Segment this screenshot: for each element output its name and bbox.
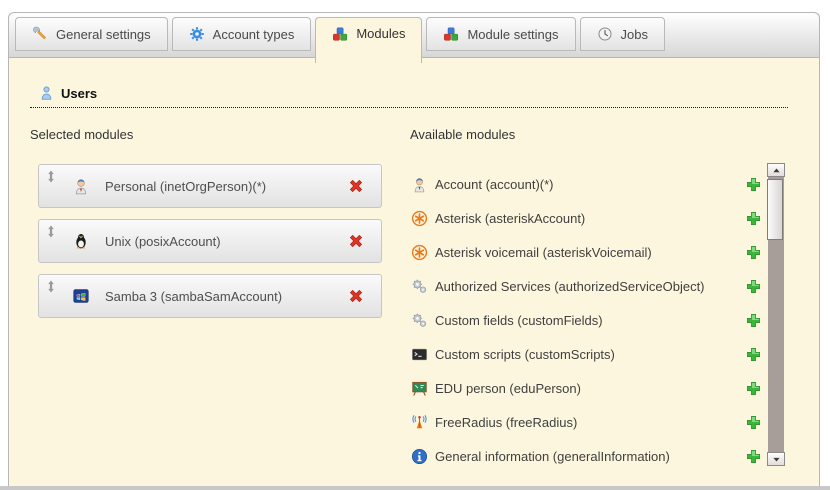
available-module-custom: Custom fields (customFields)	[411, 309, 762, 332]
module-label: Account (account)(*)	[435, 177, 745, 192]
module-label: Authorized Services (authorizedServiceOb…	[435, 279, 745, 294]
tux-icon	[72, 232, 90, 250]
asterisk-icon	[411, 244, 428, 261]
windows-icon	[72, 287, 90, 305]
drag-handle-icon[interactable]	[46, 170, 56, 183]
add-module-button[interactable]	[745, 278, 762, 295]
selected-module-samba[interactable]: Samba 3 (sambaSamAccount)	[38, 274, 382, 318]
tab-label: General settings	[56, 27, 151, 42]
add-module-button[interactable]	[745, 312, 762, 329]
person-icon	[411, 176, 428, 193]
add-module-button[interactable]	[745, 414, 762, 431]
module-label: Custom scripts (customScripts)	[435, 347, 745, 362]
add-icon	[745, 244, 762, 261]
module-label: Unix (posixAccount)	[105, 234, 221, 249]
add-icon	[745, 346, 762, 363]
user-icon	[39, 85, 54, 101]
available-module-edu: EDU person (eduPerson)	[411, 377, 762, 400]
delete-icon	[347, 287, 365, 305]
scrollbar-down-button[interactable]	[767, 452, 785, 466]
tab-modules[interactable]: Modules	[315, 17, 422, 63]
tab-module-settings[interactable]: Module settings	[426, 17, 575, 51]
available-modules-list: Account (account)(*) Asterisk (asteriskAc…	[411, 173, 762, 479]
tab-label: Jobs	[621, 27, 648, 42]
blackboard-icon	[411, 380, 428, 397]
gears-icon	[411, 312, 428, 329]
add-icon	[745, 210, 762, 227]
module-label: Asterisk voicemail (asteriskVoicemail)	[435, 245, 745, 260]
triangle-up-icon	[772, 166, 781, 175]
gear-icon	[189, 26, 205, 42]
tab-label: Modules	[356, 26, 405, 41]
tab-bar: General settings Account types Modules Modu…	[9, 13, 819, 58]
tab-jobs[interactable]: Jobs	[580, 17, 665, 51]
available-module-custom: Custom scripts (customScripts)	[411, 343, 762, 366]
remove-module-button[interactable]	[347, 287, 365, 305]
module-label: Custom fields (customFields)	[435, 313, 745, 328]
add-icon	[745, 380, 762, 397]
available-module-account: Account (account)(*)	[411, 173, 762, 196]
module-label: Personal (inetOrgPerson)(*)	[105, 179, 266, 194]
available-module-authorized: Authorized Services (authorizedServiceOb…	[411, 275, 762, 298]
add-icon	[745, 176, 762, 193]
selected-modules-label: Selected modules	[30, 127, 133, 142]
add-module-button[interactable]	[745, 380, 762, 397]
main-panel: General settings Account types Modules Modu…	[8, 12, 820, 486]
delete-icon	[347, 232, 365, 250]
section-users: Users	[30, 85, 788, 108]
remove-module-button[interactable]	[347, 177, 365, 195]
add-module-button[interactable]	[745, 176, 762, 193]
available-module-freeradius: FreeRadius (freeRadius)	[411, 411, 762, 434]
add-module-button[interactable]	[745, 210, 762, 227]
info-icon	[411, 448, 428, 465]
wrench-icon	[32, 26, 48, 42]
delete-icon	[347, 177, 365, 195]
terminal-icon	[411, 346, 428, 363]
tab-label: Account types	[213, 27, 295, 42]
add-icon	[745, 448, 762, 465]
modules-icon	[332, 26, 348, 42]
selected-module-unix[interactable]: Unix (posixAccount)	[38, 219, 382, 263]
scrollbar-thumb[interactable]	[767, 179, 783, 240]
add-module-button[interactable]	[745, 346, 762, 363]
module-label: Asterisk (asteriskAccount)	[435, 211, 745, 226]
tab-account-types[interactable]: Account types	[172, 17, 312, 51]
tab-general-settings[interactable]: General settings	[15, 17, 168, 51]
add-icon	[745, 312, 762, 329]
available-module-general: General information (generalInformation)	[411, 445, 762, 468]
section-title: Users	[61, 86, 97, 101]
module-label: General information (generalInformation)	[435, 449, 745, 464]
remove-module-button[interactable]	[347, 232, 365, 250]
module-label: Samba 3 (sambaSamAccount)	[105, 289, 282, 304]
available-module-asterisk: Asterisk (asteriskAccount)	[411, 207, 762, 230]
scrollbar	[767, 163, 785, 466]
module-settings-icon	[443, 26, 459, 42]
selected-modules-list: Personal (inetOrgPerson)(*) Unix (posixAc…	[38, 164, 382, 329]
selected-module-personal[interactable]: Personal (inetOrgPerson)(*)	[38, 164, 382, 208]
add-icon	[745, 414, 762, 431]
clock-icon	[597, 26, 613, 42]
drag-handle-icon[interactable]	[46, 280, 56, 293]
person-icon	[72, 177, 90, 195]
add-module-button[interactable]	[745, 244, 762, 261]
antenna-icon	[411, 414, 428, 431]
scrollbar-up-button[interactable]	[767, 163, 785, 177]
page-bottom-edge	[0, 486, 830, 490]
drag-handle-icon[interactable]	[46, 225, 56, 238]
triangle-down-icon	[772, 455, 781, 464]
tab-label: Module settings	[467, 27, 558, 42]
add-icon	[745, 278, 762, 295]
gears-icon	[411, 278, 428, 295]
available-modules-label: Available modules	[410, 127, 515, 142]
asterisk-icon	[411, 210, 428, 227]
available-module-asterisk: Asterisk voicemail (asteriskVoicemail)	[411, 241, 762, 264]
module-label: FreeRadius (freeRadius)	[435, 415, 745, 430]
module-label: EDU person (eduPerson)	[435, 381, 745, 396]
add-module-button[interactable]	[745, 448, 762, 465]
